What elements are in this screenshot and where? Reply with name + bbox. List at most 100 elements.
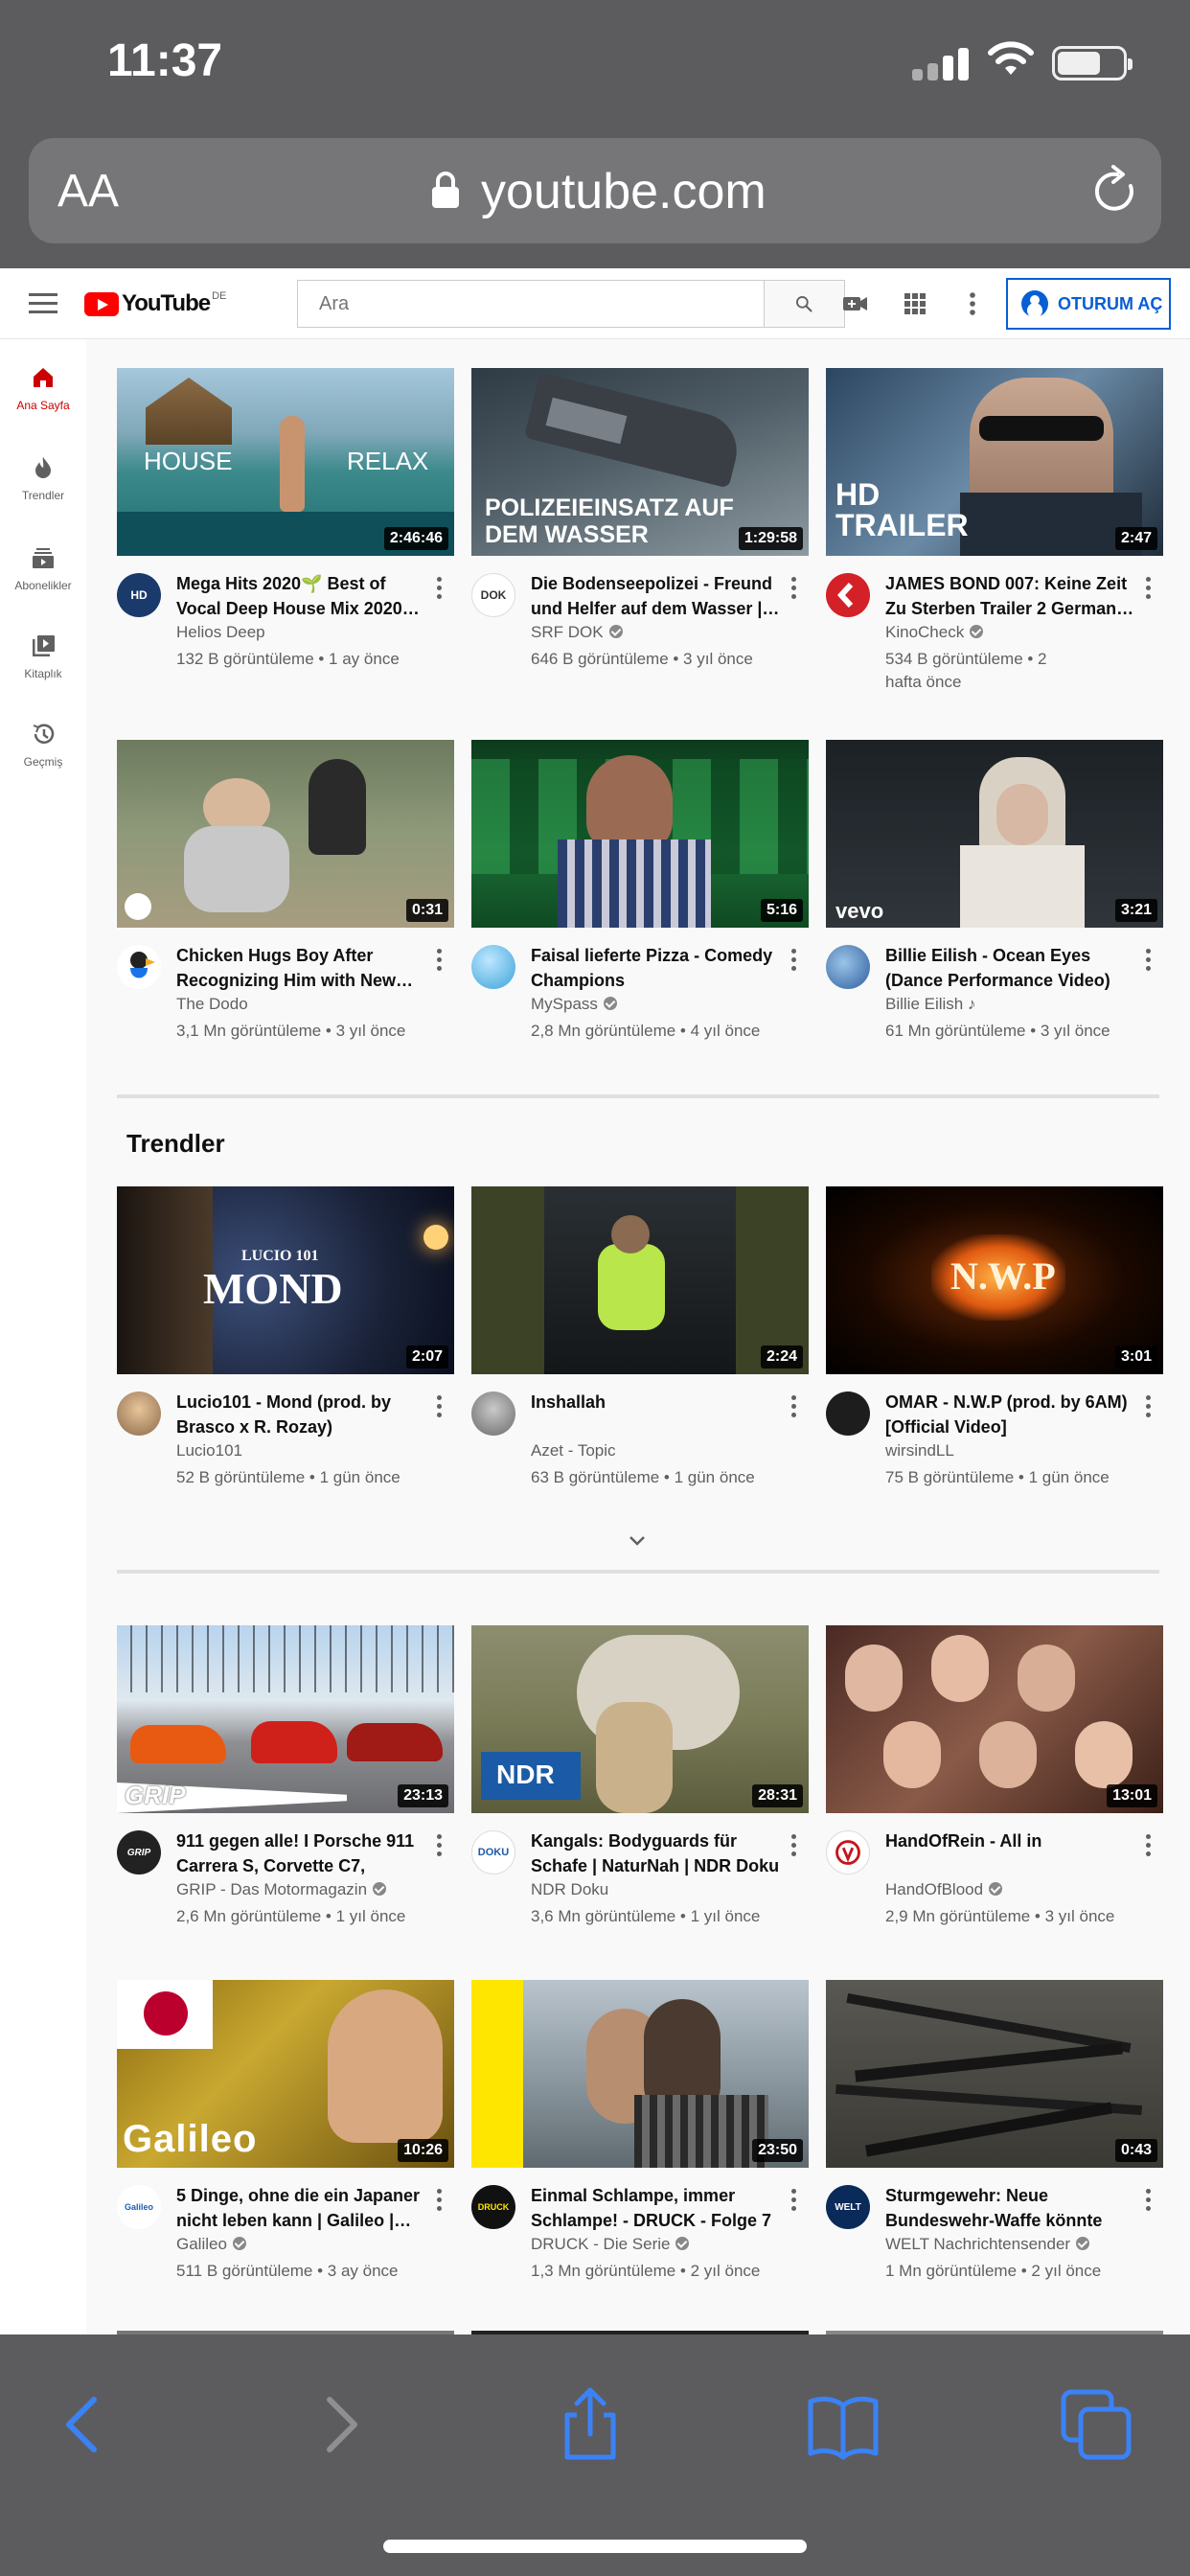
- video-title[interactable]: Die Bodenseepolizei - Freund und Helfer …: [531, 571, 782, 621]
- channel-avatar[interactable]: [826, 1392, 870, 1436]
- video-title[interactable]: Faisal lieferte Pizza - Comedy Champions: [531, 943, 782, 993]
- video-thumbnail[interactable]: 0:43: [826, 1980, 1163, 2168]
- tabs-icon[interactable]: [1058, 2386, 1134, 2463]
- home-indicator[interactable]: [383, 2540, 807, 2553]
- video-menu-icon[interactable]: [437, 2189, 443, 2212]
- video-thumbnail[interactable]: 5:16: [471, 740, 809, 928]
- video-thumbnail[interactable]: N.W.P 3:01: [826, 1186, 1163, 1374]
- youtube-logo[interactable]: YouTube DE: [84, 289, 226, 318]
- video-card[interactable]: NDR 28:31 DOKU Kangals: Bodyguards für S…: [471, 1625, 809, 1947]
- video-thumbnail[interactable]: 0:31: [117, 740, 454, 928]
- channel-name[interactable]: GRIP - Das Motormagazin: [176, 1880, 387, 1899]
- channel-name[interactable]: The Dodo: [176, 995, 248, 1014]
- video-thumbnail[interactable]: LUCIO 101 MOND 2:07: [117, 1186, 454, 1374]
- channel-avatar[interactable]: [471, 1392, 515, 1436]
- video-thumbnail[interactable]: 2:24: [471, 1186, 809, 1374]
- channel-avatar[interactable]: [826, 945, 870, 989]
- video-title[interactable]: Kangals: Bodyguards für Schafe | NaturNa…: [531, 1828, 782, 1878]
- video-menu-icon[interactable]: [1146, 577, 1152, 600]
- video-title[interactable]: Billie Eilish - Ocean Eyes (Dance Perfor…: [885, 943, 1136, 993]
- channel-name[interactable]: NDR Doku: [531, 1880, 608, 1899]
- video-title[interactable]: Mega Hits 2020🌱 Best of Vocal Deep House…: [176, 571, 427, 621]
- video-card[interactable]: 2:24 Inshallah Azet - Topic 63 B görüntü…: [471, 1186, 809, 1508]
- channel-name[interactable]: wirsindLL: [885, 1441, 954, 1460]
- video-thumbnail[interactable]: vevo 3:21: [826, 740, 1163, 928]
- channel-avatar[interactable]: [471, 945, 515, 989]
- reload-icon[interactable]: [1088, 165, 1142, 218]
- channel-avatar[interactable]: Galileo: [117, 2185, 161, 2229]
- video-title[interactable]: HandOfRein - All in: [885, 1828, 1136, 1853]
- channel-name[interactable]: WELT Nachrichtensender: [885, 2235, 1090, 2254]
- video-title[interactable]: 911 gegen alle! I Porsche 911 Carrera S,…: [176, 1828, 427, 1878]
- video-title[interactable]: Chicken Hugs Boy After Recognizing Him w…: [176, 943, 427, 993]
- channel-avatar[interactable]: DRUCK: [471, 2185, 515, 2229]
- trending-section-title[interactable]: Trendler: [126, 1129, 225, 1159]
- channel-avatar[interactable]: WELT: [826, 2185, 870, 2229]
- video-title[interactable]: Lucio101 - Mond (prod. by Brasco x R. Ro…: [176, 1390, 427, 1439]
- channel-name[interactable]: SRF DOK: [531, 623, 623, 642]
- video-thumbnail[interactable]: #7 23:50: [471, 1980, 809, 2168]
- video-thumbnail[interactable]: GRIP 23:13: [117, 1625, 454, 1813]
- video-menu-icon[interactable]: [791, 949, 797, 972]
- video-menu-icon[interactable]: [437, 1395, 443, 1418]
- channel-avatar[interactable]: DOK: [471, 573, 515, 617]
- video-card[interactable]: 0:31 Chicken Hugs Boy After Recognizing …: [117, 740, 454, 1062]
- video-menu-icon[interactable]: [1146, 2189, 1152, 2212]
- back-icon[interactable]: [44, 2386, 121, 2463]
- expand-chevron-icon[interactable]: [629, 1535, 646, 1547]
- video-title[interactable]: OMAR - N.W.P (prod. by 6AM) [Official Vi…: [885, 1390, 1136, 1439]
- video-card[interactable]: LUCIO 101 MOND 2:07 Lucio101 - Mond (pro…: [117, 1186, 454, 1508]
- video-menu-icon[interactable]: [1146, 1395, 1152, 1418]
- share-icon[interactable]: [552, 2386, 629, 2463]
- url-text[interactable]: youtube.com: [481, 163, 767, 220]
- sidebar-item-subscriptions[interactable]: Abonelikler: [0, 544, 86, 592]
- video-card[interactable]: 13:01 HandOfRein - All in HandOfBlood 2,…: [826, 1625, 1163, 1947]
- channel-name[interactable]: Billie Eilish ♪: [885, 995, 975, 1014]
- text-size-button[interactable]: AA: [57, 165, 119, 218]
- bookmarks-icon[interactable]: [805, 2386, 881, 2463]
- video-menu-icon[interactable]: [791, 577, 797, 600]
- create-video-icon[interactable]: [841, 289, 870, 318]
- more-options-icon[interactable]: [958, 289, 987, 318]
- video-thumbnail[interactable]: HD TRAILER 2:47: [826, 368, 1163, 556]
- video-title[interactable]: Sturmgewehr: Neue Bundeswehr-Waffe könnt…: [885, 2183, 1136, 2233]
- sidebar-item-history[interactable]: Geçmiş: [0, 721, 86, 769]
- video-menu-icon[interactable]: [1146, 1834, 1152, 1857]
- channel-name[interactable]: Galileo: [176, 2235, 246, 2254]
- apps-grid-icon[interactable]: [901, 289, 929, 318]
- video-card[interactable]: HD TRAILER 2:47 JAMES BOND 007: Keine Ze…: [826, 368, 1163, 691]
- video-title[interactable]: 5 Dinge, ohne die ein Japaner nicht lebe…: [176, 2183, 427, 2233]
- channel-name[interactable]: Lucio101: [176, 1441, 242, 1460]
- video-card[interactable]: N.W.P 3:01 OMAR - N.W.P (prod. by 6AM) […: [826, 1186, 1163, 1508]
- forward-icon[interactable]: [303, 2386, 379, 2463]
- video-card[interactable]: 5:16 Faisal lieferte Pizza - Comedy Cham…: [471, 740, 809, 1062]
- video-title[interactable]: Einmal Schlampe, immer Schlampe! - DRUCK…: [531, 2183, 782, 2233]
- channel-avatar[interactable]: DOKU: [471, 1830, 515, 1874]
- sidebar-item-library[interactable]: Kitaplık: [0, 632, 86, 680]
- channel-name[interactable]: HandOfBlood: [885, 1880, 1003, 1899]
- video-thumbnail[interactable]: POLIZEIEINSATZ AUF DEM WASSER 1:29:58: [471, 368, 809, 556]
- video-thumbnail[interactable]: NDR 28:31: [471, 1625, 809, 1813]
- channel-name[interactable]: Helios Deep: [176, 623, 265, 642]
- menu-icon[interactable]: [29, 293, 57, 314]
- video-card[interactable]: Galileo 10:26 Galileo 5 Dinge, ohne die …: [117, 1980, 454, 2302]
- channel-name[interactable]: DRUCK - Die Serie: [531, 2235, 690, 2254]
- video-title[interactable]: Inshallah: [531, 1390, 782, 1414]
- search-input[interactable]: [298, 281, 764, 327]
- channel-avatar[interactable]: [826, 573, 870, 617]
- sidebar-item-trending[interactable]: Trendler: [0, 454, 86, 502]
- video-menu-icon[interactable]: [791, 2189, 797, 2212]
- video-card[interactable]: POLIZEIEINSATZ AUF DEM WASSER 1:29:58 DO…: [471, 368, 809, 690]
- channel-name[interactable]: MySpass: [531, 995, 617, 1014]
- channel-avatar[interactable]: [826, 1830, 870, 1874]
- channel-avatar[interactable]: HD: [117, 573, 161, 617]
- video-card[interactable]: HOUSE RELAX 2:46:46 HD Mega Hits 2020🌱 B…: [117, 368, 454, 690]
- video-thumbnail[interactable]: Galileo 10:26: [117, 1980, 454, 2168]
- video-menu-icon[interactable]: [791, 1395, 797, 1418]
- channel-name[interactable]: Azet - Topic: [531, 1441, 616, 1460]
- search-button[interactable]: [765, 280, 845, 328]
- channel-avatar[interactable]: [117, 1392, 161, 1436]
- video-menu-icon[interactable]: [791, 1834, 797, 1857]
- channel-name[interactable]: KinoCheck: [885, 623, 984, 642]
- video-menu-icon[interactable]: [437, 1834, 443, 1857]
